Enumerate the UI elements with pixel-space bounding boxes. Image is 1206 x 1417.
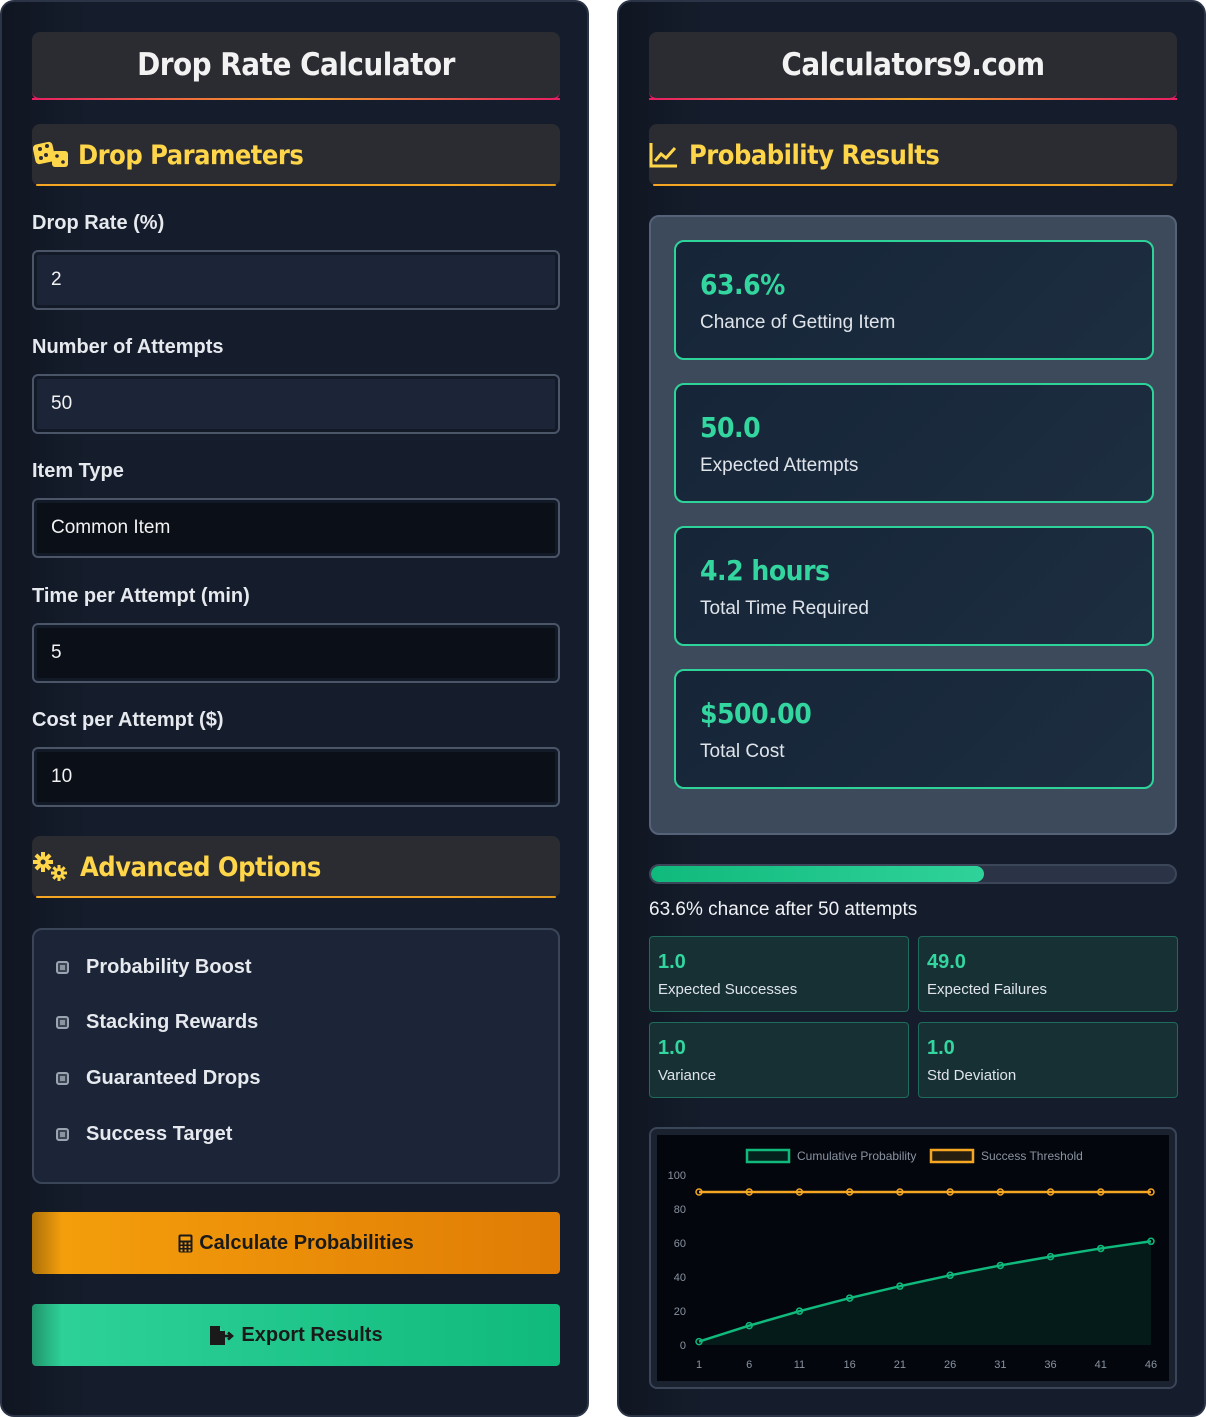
drop-rate-panel: Drop Rate Calculator Drop Parameters Dro… bbox=[0, 0, 589, 1417]
advanced-options-heading: Advanced Options bbox=[80, 851, 321, 883]
drop-rate-input[interactable]: 2 bbox=[32, 250, 560, 310]
cost-per-attempt-input[interactable]: 10 bbox=[32, 747, 560, 807]
result-value: $500.00 bbox=[700, 697, 812, 730]
stat-label: Std Deviation bbox=[927, 1067, 1017, 1084]
calculate-button[interactable]: Calculate Probabilities bbox=[32, 1212, 560, 1274]
result-label: Expected Attempts bbox=[700, 455, 859, 476]
x-tick-label: 46 bbox=[1145, 1359, 1157, 1371]
x-tick-label: 6 bbox=[746, 1359, 752, 1371]
stat-expected-successes: 1.0 Expected Successes bbox=[649, 936, 909, 1012]
x-tick-label: 41 bbox=[1095, 1359, 1107, 1371]
option-label: Success Target bbox=[86, 1123, 233, 1145]
advanced-options-header: Advanced Options bbox=[32, 836, 560, 898]
checkbox[interactable] bbox=[56, 1128, 69, 1141]
panel-title: Drop Rate Calculator bbox=[137, 47, 455, 83]
results-container: 63.6% Chance of Getting Item 50.0 Expect… bbox=[649, 215, 1177, 835]
legend-label: Cumulative Probability bbox=[797, 1149, 916, 1163]
stat-std-deviation: 1.0 Std Deviation bbox=[918, 1022, 1178, 1098]
option-label: Guaranteed Drops bbox=[86, 1067, 261, 1089]
result-value: 50.0 bbox=[700, 411, 761, 444]
result-card-chance: 63.6% Chance of Getting Item bbox=[674, 240, 1154, 360]
x-tick-label: 16 bbox=[844, 1359, 856, 1371]
legend-swatch bbox=[929, 1148, 975, 1164]
chart-canvas: 0204060801001 6 11 16 21 26 31 36 41 46Cumulative… bbox=[657, 1135, 1169, 1381]
legend-swatch bbox=[745, 1148, 791, 1164]
gears-icon bbox=[32, 851, 70, 883]
attempts-label: Number of Attempts bbox=[32, 336, 224, 358]
advanced-options-list: Probability Boost Stacking Rewards Guara… bbox=[32, 928, 560, 1184]
stat-value: 1.0 bbox=[927, 1037, 955, 1059]
option-success-target[interactable]: Success Target bbox=[56, 1123, 232, 1146]
option-label: Probability Boost bbox=[86, 956, 252, 978]
stat-label: Expected Failures bbox=[927, 981, 1048, 998]
calculate-label: Calculate Probabilities bbox=[199, 1231, 414, 1254]
y-tick-label: 100 bbox=[668, 1170, 686, 1182]
y-tick-label: 80 bbox=[674, 1204, 686, 1216]
progress-fill bbox=[651, 866, 985, 882]
line-chart-icon bbox=[649, 141, 679, 169]
checkbox[interactable] bbox=[56, 961, 69, 974]
stat-expected-failures: 49.0 Expected Failures bbox=[918, 936, 1178, 1012]
result-card-total-time: 4.2 hours Total Time Required bbox=[674, 526, 1154, 646]
y-tick-label: 40 bbox=[674, 1272, 686, 1284]
calculator-icon bbox=[178, 1234, 193, 1253]
stat-value: 49.0 bbox=[927, 951, 966, 973]
option-guaranteed-drops[interactable]: Guaranteed Drops bbox=[56, 1067, 260, 1090]
option-label: Stacking Rewards bbox=[86, 1011, 259, 1033]
result-label: Total Time Required bbox=[700, 598, 869, 619]
stat-label: Expected Successes bbox=[658, 981, 798, 998]
option-probability-boost[interactable]: Probability Boost bbox=[56, 956, 252, 979]
result-label: Chance of Getting Item bbox=[700, 312, 896, 333]
export-file-icon bbox=[209, 1325, 235, 1346]
legend-label: Success Threshold bbox=[981, 1149, 1083, 1163]
x-tick-label: 1 bbox=[696, 1359, 702, 1371]
y-tick-label: 0 bbox=[680, 1340, 686, 1352]
x-tick-label: 36 bbox=[1044, 1359, 1056, 1371]
time-per-attempt-input[interactable]: 5 bbox=[32, 623, 560, 683]
attempts-input[interactable]: 50 bbox=[32, 374, 560, 434]
export-label: Export Results bbox=[241, 1323, 383, 1346]
panel-title-bar: Drop Rate Calculator bbox=[32, 32, 560, 100]
result-card-total-cost: $500.00 Total Cost bbox=[674, 669, 1154, 789]
drop-parameters-header: Drop Parameters bbox=[32, 124, 560, 186]
cost-per-attempt-label: Cost per Attempt ($) bbox=[32, 709, 224, 731]
export-button[interactable]: Export Results bbox=[32, 1304, 560, 1366]
site-title-bar: Calculators9.com bbox=[649, 32, 1177, 100]
probability-chart: 0 20 40 60 80 100 1 6 11 16 21 26 31 36 41 46 Cumulative… bbox=[649, 1127, 1177, 1389]
item-type-select[interactable]: Common Item bbox=[32, 498, 560, 558]
checkbox[interactable] bbox=[56, 1016, 69, 1029]
time-per-attempt-label: Time per Attempt (min) bbox=[32, 585, 250, 607]
dice-icon bbox=[32, 139, 70, 171]
result-label: Total Cost bbox=[700, 741, 785, 762]
stat-variance: 1.0 Variance bbox=[649, 1022, 909, 1098]
site-title: Calculators9.com bbox=[781, 47, 1045, 83]
results-heading: Probability Results bbox=[689, 139, 940, 171]
result-value: 63.6% bbox=[700, 268, 785, 301]
drop-rate-label: Drop Rate (%) bbox=[32, 212, 165, 234]
result-value: 4.2 hours bbox=[700, 554, 830, 587]
y-tick-label: 20 bbox=[674, 1306, 686, 1318]
x-tick-label: 11 bbox=[794, 1359, 805, 1371]
y-tick-label: 60 bbox=[674, 1238, 686, 1250]
results-panel: Calculators9.com Probability Results 63.… bbox=[617, 0, 1206, 1417]
stat-label: Variance bbox=[658, 1067, 717, 1084]
option-stacking-rewards[interactable]: Stacking Rewards bbox=[56, 1011, 258, 1034]
checkbox[interactable] bbox=[56, 1072, 69, 1085]
results-header: Probability Results bbox=[649, 124, 1177, 186]
x-tick-label: 26 bbox=[944, 1359, 956, 1371]
x-tick-label: 31 bbox=[994, 1359, 1006, 1371]
stat-value: 1.0 bbox=[658, 951, 686, 973]
x-tick-label: 21 bbox=[894, 1359, 906, 1371]
stat-value: 1.0 bbox=[658, 1037, 686, 1059]
progress-text: 63.6% chance after 50 attempts bbox=[649, 899, 918, 920]
drop-parameters-heading: Drop Parameters bbox=[78, 139, 304, 171]
result-card-expected-attempts: 50.0 Expected Attempts bbox=[674, 383, 1154, 503]
item-type-label: Item Type bbox=[32, 460, 124, 482]
probability-progress-bar bbox=[649, 864, 1177, 884]
